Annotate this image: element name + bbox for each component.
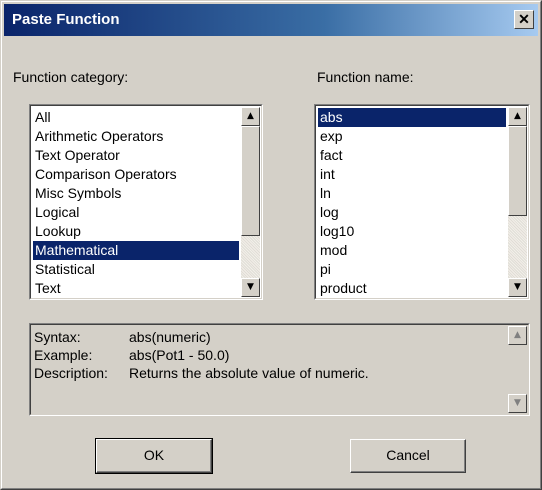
- function-list-item[interactable]: log10: [318, 222, 506, 241]
- category-list-item[interactable]: Misc Symbols: [33, 184, 239, 203]
- scroll-down-button[interactable]: ▼: [508, 278, 527, 297]
- syntax-label: Syntax:: [34, 329, 81, 345]
- close-icon: ✕: [518, 11, 530, 27]
- function-list-item[interactable]: mod: [318, 241, 506, 260]
- title-bar[interactable]: Paste Function ✕: [4, 4, 538, 36]
- description-label: Description:: [34, 365, 108, 381]
- function-name-label: Function name:: [317, 69, 414, 85]
- category-list-item[interactable]: Arithmetic Operators: [33, 127, 239, 146]
- category-list-item[interactable]: Text: [33, 279, 239, 298]
- scroll-up-button[interactable]: ▲: [241, 107, 260, 126]
- arrow-up-icon: ▲: [247, 111, 254, 121]
- scroll-thumb[interactable]: [508, 126, 527, 216]
- arrow-up-icon: ▲: [514, 111, 521, 121]
- function-list-item[interactable]: int: [318, 165, 506, 184]
- description-scrollbar: ▲ ▼: [508, 326, 527, 413]
- category-list-item[interactable]: Mathematical: [33, 241, 239, 260]
- window-title: Paste Function: [12, 11, 120, 28]
- description-row: Description: Returns the absolute value o…: [34, 365, 369, 381]
- function-list-item[interactable]: abs: [318, 108, 506, 127]
- category-list-item[interactable]: All: [33, 108, 239, 127]
- scroll-down-button: ▼: [508, 394, 527, 413]
- example-value: abs(Pot1 - 50.0): [129, 347, 230, 363]
- function-list-item[interactable]: product: [318, 279, 506, 298]
- example-row: Example: abs(Pot1 - 50.0): [34, 347, 229, 363]
- function-name-list[interactable]: abs exp fact int ln log log10 mod pi product ▲ ▼: [314, 104, 530, 300]
- arrow-down-icon: ▼: [247, 282, 254, 292]
- function-list-item[interactable]: fact: [318, 146, 506, 165]
- category-list-item[interactable]: Comparison Operators: [33, 165, 239, 184]
- function-scrollbar[interactable]: ▲ ▼: [508, 107, 527, 297]
- syntax-row: Syntax: abs(numeric): [34, 329, 211, 345]
- ok-button[interactable]: OK: [95, 438, 213, 474]
- category-scrollbar[interactable]: ▲ ▼: [241, 107, 260, 297]
- close-button[interactable]: ✕: [514, 10, 534, 29]
- cancel-button[interactable]: Cancel: [350, 439, 466, 473]
- function-items: abs exp fact int ln log log10 mod pi product: [318, 108, 506, 298]
- category-list-item[interactable]: Statistical: [33, 260, 239, 279]
- function-list-item[interactable]: exp: [318, 127, 506, 146]
- category-list-item[interactable]: Lookup: [33, 222, 239, 241]
- scroll-up-button: ▲: [508, 326, 527, 345]
- arrow-down-icon: ▼: [514, 282, 521, 292]
- category-list-item[interactable]: Text Operator: [33, 146, 239, 165]
- scroll-down-button[interactable]: ▼: [241, 278, 260, 297]
- example-label: Example:: [34, 347, 93, 363]
- function-list-item[interactable]: log: [318, 203, 506, 222]
- scroll-thumb[interactable]: [241, 126, 260, 236]
- scroll-up-button[interactable]: ▲: [508, 107, 527, 126]
- function-list-item[interactable]: pi: [318, 260, 506, 279]
- paste-function-dialog: Paste Function ✕ Function category: Func…: [0, 0, 542, 490]
- description-box: Syntax: abs(numeric) Example: abs(Pot1 - 5…: [29, 323, 530, 416]
- function-category-label: Function category:: [13, 69, 129, 85]
- syntax-value: abs(numeric): [129, 329, 211, 345]
- function-list-item[interactable]: ln: [318, 184, 506, 203]
- category-list-item[interactable]: Logical: [33, 203, 239, 222]
- category-items: All Arithmetic Operators Text Operator Comp…: [33, 108, 239, 298]
- function-category-list[interactable]: All Arithmetic Operators Text Operator Comp…: [29, 104, 263, 300]
- arrow-down-icon: ▼: [514, 398, 521, 408]
- description-value: Returns the absolute value of numeric.: [129, 365, 369, 381]
- arrow-up-icon: ▲: [514, 330, 521, 340]
